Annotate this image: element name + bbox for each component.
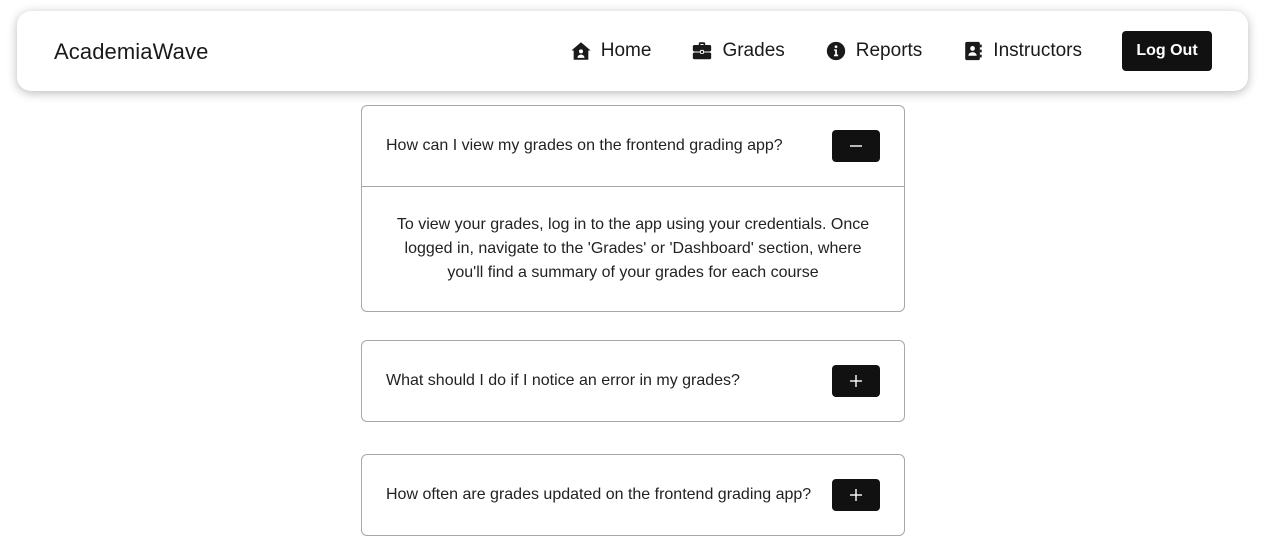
nav-link-reports[interactable]: Reports bbox=[825, 40, 923, 62]
expand-button[interactable] bbox=[832, 365, 880, 397]
minus-icon bbox=[850, 145, 862, 147]
brand-logo[interactable]: AcademiaWave bbox=[54, 39, 208, 65]
info-circle-icon bbox=[825, 40, 847, 62]
plus-icon bbox=[850, 489, 862, 501]
logout-button[interactable]: Log Out bbox=[1122, 31, 1212, 71]
nav-link-reports-label: Reports bbox=[855, 40, 923, 61]
nav-link-instructors-label: Instructors bbox=[993, 40, 1082, 61]
nav-link-home-label: Home bbox=[600, 40, 652, 61]
contact-book-icon bbox=[962, 40, 984, 62]
nav-link-home[interactable]: Home bbox=[570, 40, 652, 62]
faq-question: What should I do if I notice an error in… bbox=[386, 372, 740, 389]
nav-links: Home Grades Reports Instructors Log Out bbox=[570, 31, 1212, 71]
faq-question-row[interactable]: How can I view my grades on the frontend… bbox=[362, 106, 904, 186]
faq-question: How can I view my grades on the frontend… bbox=[386, 137, 783, 154]
faq-item: What should I do if I notice an error in… bbox=[361, 340, 905, 422]
faq-question-row[interactable]: How often are grades updated on the fron… bbox=[362, 455, 904, 535]
plus-icon bbox=[850, 375, 862, 387]
faq-item: How can I view my grades on the frontend… bbox=[361, 105, 905, 312]
expand-button[interactable] bbox=[832, 479, 880, 511]
faq-question: How often are grades updated on the fron… bbox=[386, 486, 812, 503]
collapse-button[interactable] bbox=[832, 130, 880, 162]
nav-link-instructors[interactable]: Instructors bbox=[962, 40, 1082, 62]
faq-item: How often are grades updated on the fron… bbox=[361, 454, 905, 536]
briefcase-icon bbox=[691, 40, 713, 62]
faq-question-row[interactable]: What should I do if I notice an error in… bbox=[362, 341, 904, 421]
home-icon bbox=[570, 40, 592, 62]
top-navbar: AcademiaWave Home Grades Reports Instruc… bbox=[17, 11, 1248, 91]
faq-answer: To view your grades, log in to the app u… bbox=[362, 186, 904, 311]
nav-link-grades-label: Grades bbox=[722, 40, 785, 61]
nav-link-grades[interactable]: Grades bbox=[691, 40, 785, 62]
